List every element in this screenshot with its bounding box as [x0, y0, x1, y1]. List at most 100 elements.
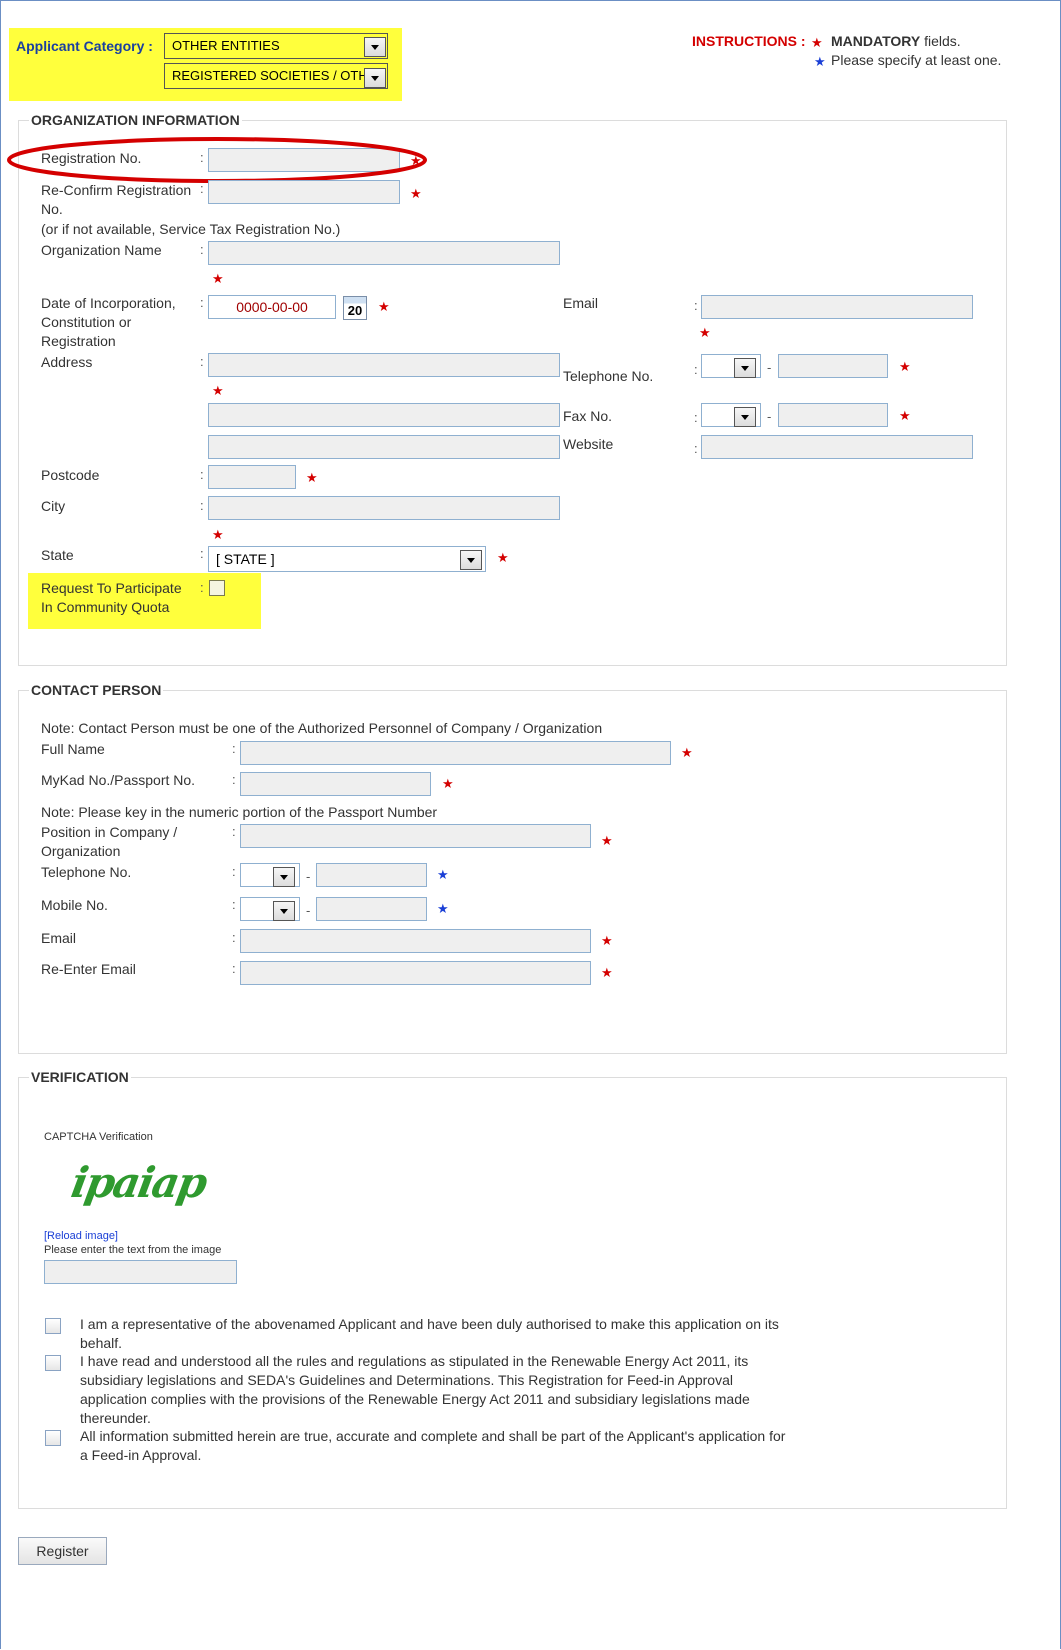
colon: : — [200, 295, 204, 310]
state-select[interactable]: [ STATE ] — [208, 546, 486, 572]
address-label: Address — [41, 354, 93, 370]
required-star-icon: ★ — [899, 408, 911, 423]
chevron-down-icon[interactable] — [734, 358, 756, 378]
optional-star-icon: ★ — [814, 54, 826, 69]
state-label: State — [41, 547, 74, 563]
optional-star-icon: ★ — [437, 867, 449, 882]
chevron-down-icon[interactable] — [273, 867, 295, 887]
colon: : — [200, 242, 204, 257]
mobile-input[interactable] — [316, 897, 427, 921]
postcode-input[interactable] — [208, 465, 296, 489]
org-email-input[interactable] — [701, 295, 973, 319]
org-fax-input[interactable] — [778, 403, 888, 427]
chevron-down-icon[interactable] — [460, 550, 482, 570]
colon: : — [232, 864, 236, 879]
declaration-3-checkbox[interactable] — [45, 1430, 61, 1446]
community-quota-label-1: Request To Participate — [41, 580, 182, 596]
chevron-down-icon[interactable] — [273, 901, 295, 921]
declaration-3-text: All information submitted herein are tru… — [80, 1428, 786, 1463]
chevron-down-icon[interactable] — [734, 407, 756, 427]
required-star-icon: ★ — [410, 186, 422, 201]
colon: : — [200, 498, 204, 513]
colon: : — [200, 354, 204, 369]
required-star-icon: ★ — [212, 271, 224, 286]
community-quota-checkbox[interactable] — [209, 580, 225, 596]
colon: : — [200, 467, 204, 482]
position-input[interactable] — [240, 824, 591, 848]
full-name-label: Full Name — [41, 741, 105, 757]
org-telephone-input[interactable] — [778, 354, 888, 378]
register-button[interactable]: Register — [18, 1537, 107, 1565]
doi-label-1: Date of Incorporation, — [41, 295, 176, 311]
colon: : — [694, 298, 698, 313]
colon: : — [200, 580, 204, 595]
applicant-subcategory-value: REGISTERED SOCIETIES / OTH — [172, 68, 368, 83]
dash: - — [306, 903, 311, 918]
reload-image-link[interactable]: [Reload image] — [44, 1230, 118, 1242]
org-fax-label: Fax No. — [563, 408, 613, 424]
contact-telephone-label: Telephone No. — [41, 864, 132, 880]
contact-note-2: Note: Please key in the numeric portion … — [41, 804, 438, 820]
reconfirm-label-1: Re-Confirm Registration — [41, 182, 192, 198]
required-star-icon: ★ — [699, 325, 711, 340]
colon: : — [232, 772, 236, 787]
captcha-text: ipaiap — [67, 1158, 210, 1207]
required-star-icon: ★ — [601, 833, 613, 848]
address-line1-input[interactable] — [208, 353, 560, 377]
colon: : — [200, 546, 204, 561]
reconfirm-note: (or if not available, Service Tax Regist… — [41, 221, 341, 237]
position-label-1: Position in Company / — [41, 824, 178, 840]
declaration-2-checkbox[interactable] — [45, 1355, 61, 1371]
state-value: [ STATE ] — [216, 551, 275, 567]
dash: - — [767, 360, 772, 375]
contact-email-input[interactable] — [240, 929, 591, 953]
colon: : — [232, 741, 236, 756]
declaration-1-checkbox[interactable] — [45, 1318, 61, 1334]
applicant-category-label: Applicant Category : — [16, 38, 153, 54]
calendar-day: 20 — [347, 303, 363, 318]
org-name-label: Organization Name — [41, 242, 162, 258]
applicant-category-value: OTHER ENTITIES — [172, 38, 280, 53]
instructions-specify: Please specify at least one. — [831, 52, 1002, 68]
calendar-icon[interactable]: 20 — [343, 296, 367, 320]
captcha-input[interactable] — [44, 1260, 237, 1284]
captcha-image: ipaiap — [68, 1158, 210, 1207]
reenter-email-input[interactable] — [240, 961, 591, 985]
mobile-label: Mobile No. — [41, 897, 108, 913]
doi-input[interactable]: 0000-00-00 — [208, 295, 336, 319]
colon: : — [200, 181, 204, 196]
required-star-icon: ★ — [306, 470, 318, 485]
chevron-down-icon[interactable] — [364, 37, 386, 57]
city-input[interactable] — [208, 496, 560, 520]
required-star-icon: ★ — [497, 550, 509, 565]
org-name-input[interactable] — [208, 241, 560, 265]
applicant-category-select[interactable]: OTHER ENTITIES — [164, 33, 388, 59]
chevron-down-icon[interactable] — [364, 68, 386, 88]
address-line3-input[interactable] — [208, 435, 560, 459]
captcha-instruction: Please enter the text from the image — [44, 1244, 222, 1256]
optional-star-icon: ★ — [437, 901, 449, 916]
reconfirm-registration-input[interactable] — [208, 180, 400, 204]
mandatory-rest-text: fields. — [920, 33, 961, 49]
organization-legend: ORGANIZATION INFORMATION — [29, 112, 242, 128]
community-quota-label-2: In Community Quota — [41, 599, 170, 615]
dash: - — [306, 869, 311, 884]
required-star-icon: ★ — [601, 933, 613, 948]
declaration-1-text: I am a representative of the abovenamed … — [80, 1316, 779, 1351]
dash: - — [767, 409, 772, 424]
org-website-input[interactable] — [701, 435, 973, 459]
required-star-icon: ★ — [811, 35, 823, 50]
reenter-email-label: Re-Enter Email — [41, 961, 136, 977]
colon: : — [694, 441, 698, 456]
contact-email-label: Email — [41, 930, 77, 946]
org-telephone-label: Telephone No. — [563, 368, 654, 384]
address-line2-input[interactable] — [208, 403, 560, 427]
position-label-2: Organization — [41, 843, 121, 859]
applicant-subcategory-select[interactable]: REGISTERED SOCIETIES / OTH — [164, 63, 388, 89]
mykad-input[interactable] — [240, 772, 431, 796]
captcha-title: CAPTCHA Verification — [44, 1131, 153, 1143]
contact-telephone-input[interactable] — [316, 863, 427, 887]
declaration-2-text: I have read and understood all the rules… — [80, 1353, 750, 1426]
full-name-input[interactable] — [240, 741, 671, 765]
required-star-icon: ★ — [212, 383, 224, 398]
